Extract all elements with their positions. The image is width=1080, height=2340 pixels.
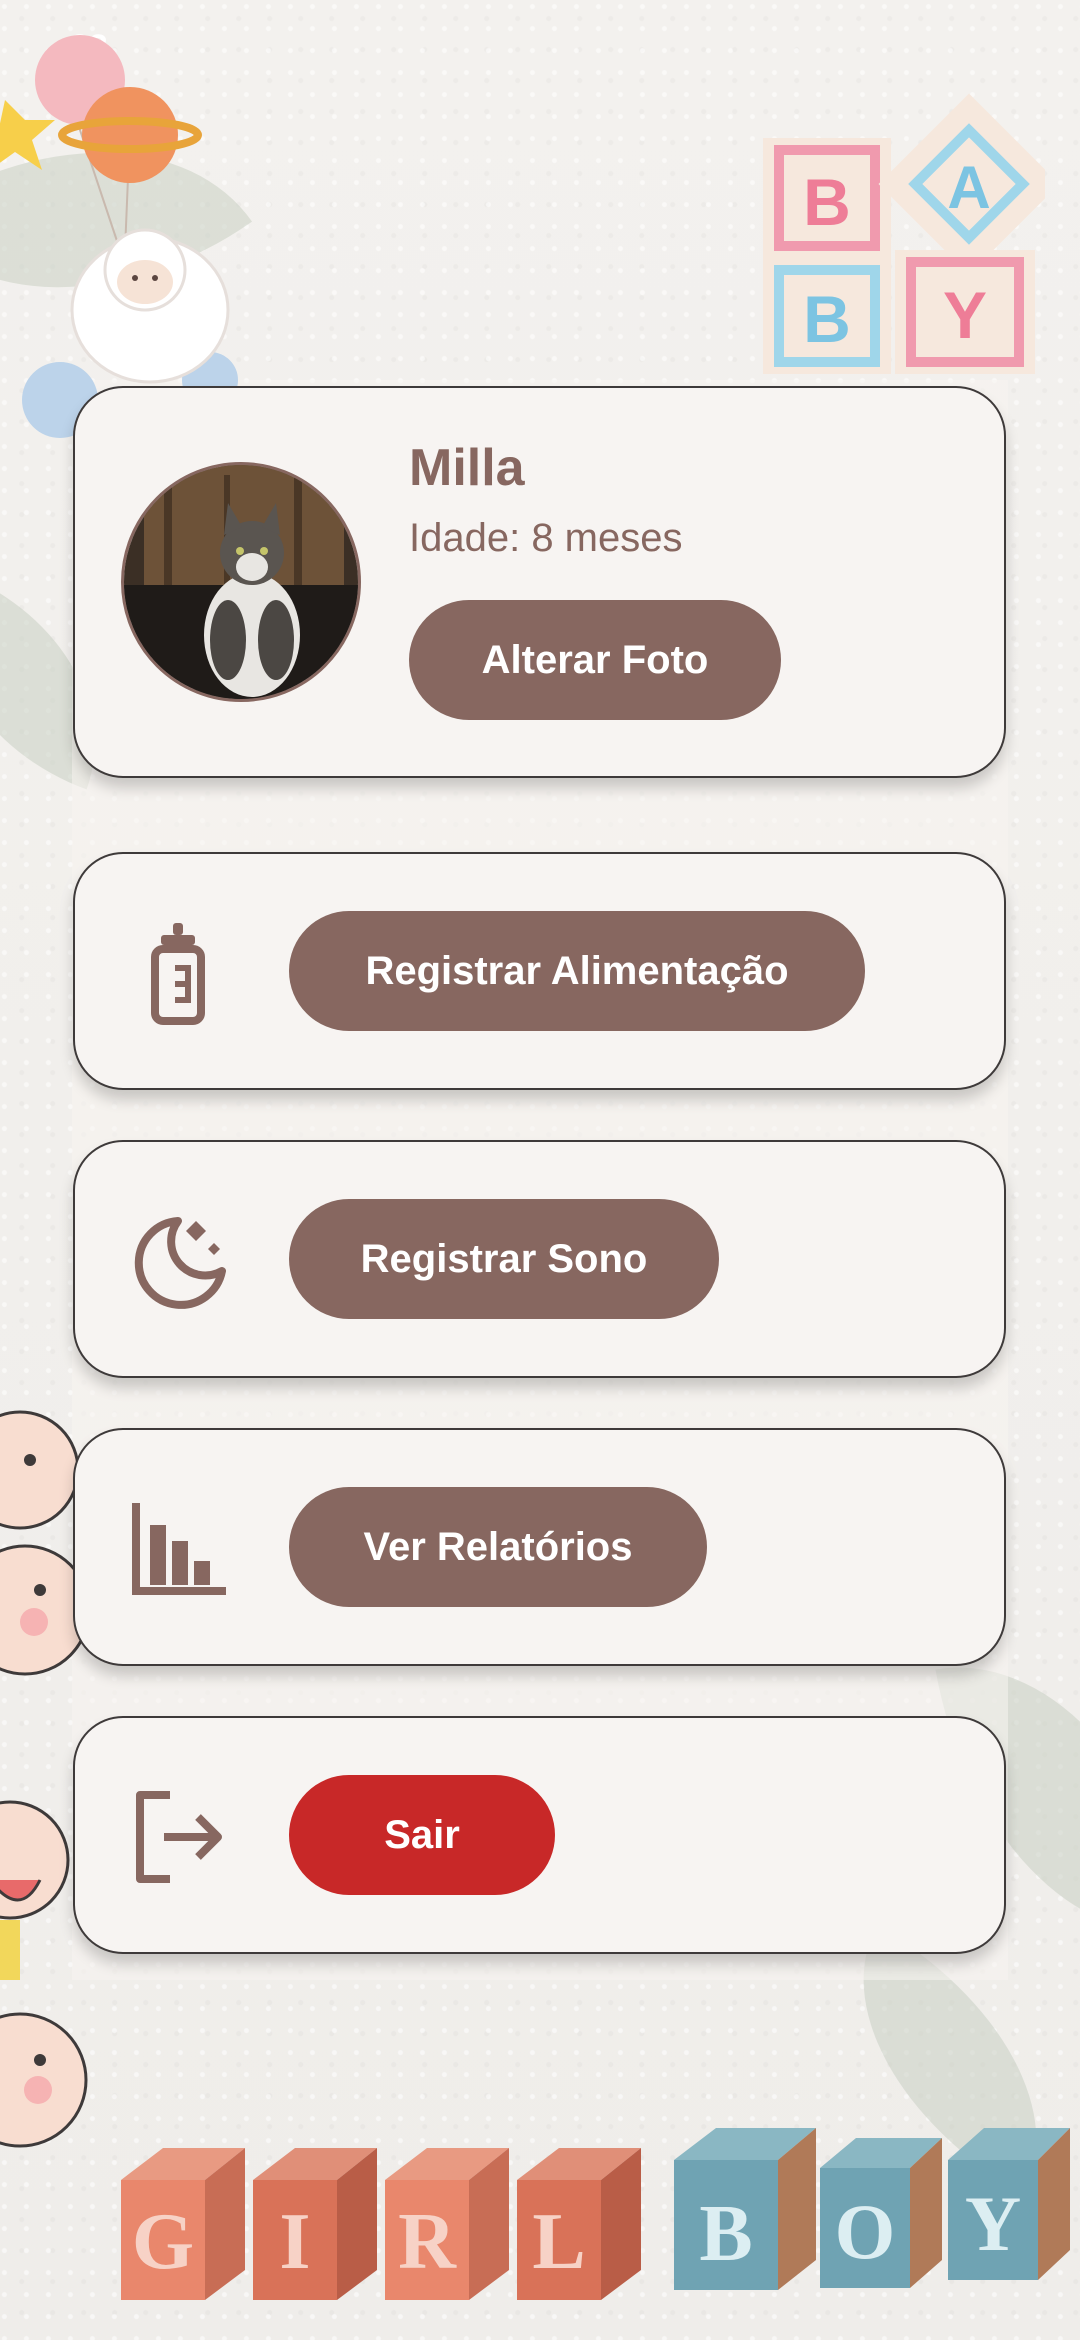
- baby-name: Milla: [409, 439, 525, 497]
- boy-blocks-illustration: B O Y: [674, 2128, 1070, 2290]
- baby-bottle-icon: [127, 920, 233, 1026]
- reports-card: Ver Relatórios: [73, 1428, 1006, 1666]
- block-letter: Y: [965, 2180, 1021, 2267]
- block-letter: L: [532, 2198, 585, 2286]
- block-letter: G: [132, 2198, 194, 2286]
- block-letter: A: [947, 154, 990, 221]
- baby-avatar[interactable]: [121, 462, 361, 702]
- view-reports-button[interactable]: Ver Relatórios: [289, 1487, 707, 1607]
- block-letter: B: [699, 2190, 752, 2278]
- balloons-sheep-illustration: [0, 35, 238, 438]
- block-letter: R: [398, 2198, 457, 2286]
- change-photo-button[interactable]: Alterar Foto: [409, 600, 781, 720]
- moon-stars-icon: [127, 1208, 233, 1314]
- logout-icon: [127, 1784, 233, 1890]
- sleep-card: Registrar Sono: [73, 1140, 1006, 1378]
- block-letter: B: [803, 165, 851, 239]
- block-letter: B: [803, 282, 851, 356]
- register-sleep-button[interactable]: Registrar Sono: [289, 1199, 719, 1319]
- bar-chart-icon: [127, 1496, 233, 1602]
- register-feeding-button[interactable]: Registrar Alimentação: [289, 911, 865, 1031]
- block-letter: Y: [943, 278, 987, 352]
- girl-blocks-illustration: G I R L: [121, 2148, 641, 2300]
- cat-photo: [124, 465, 358, 699]
- baby-blocks-illustration: B A B Y: [763, 93, 1045, 374]
- block-letter: O: [835, 2188, 896, 2275]
- profile-card: Milla Idade: 8 meses Alterar Foto: [73, 386, 1006, 778]
- logout-button[interactable]: Sair: [289, 1775, 555, 1895]
- block-letter: I: [279, 2198, 310, 2286]
- baby-age: Idade: 8 meses: [409, 516, 683, 560]
- feeding-card: Registrar Alimentação: [73, 852, 1006, 1090]
- logout-card: Sair: [73, 1716, 1006, 1954]
